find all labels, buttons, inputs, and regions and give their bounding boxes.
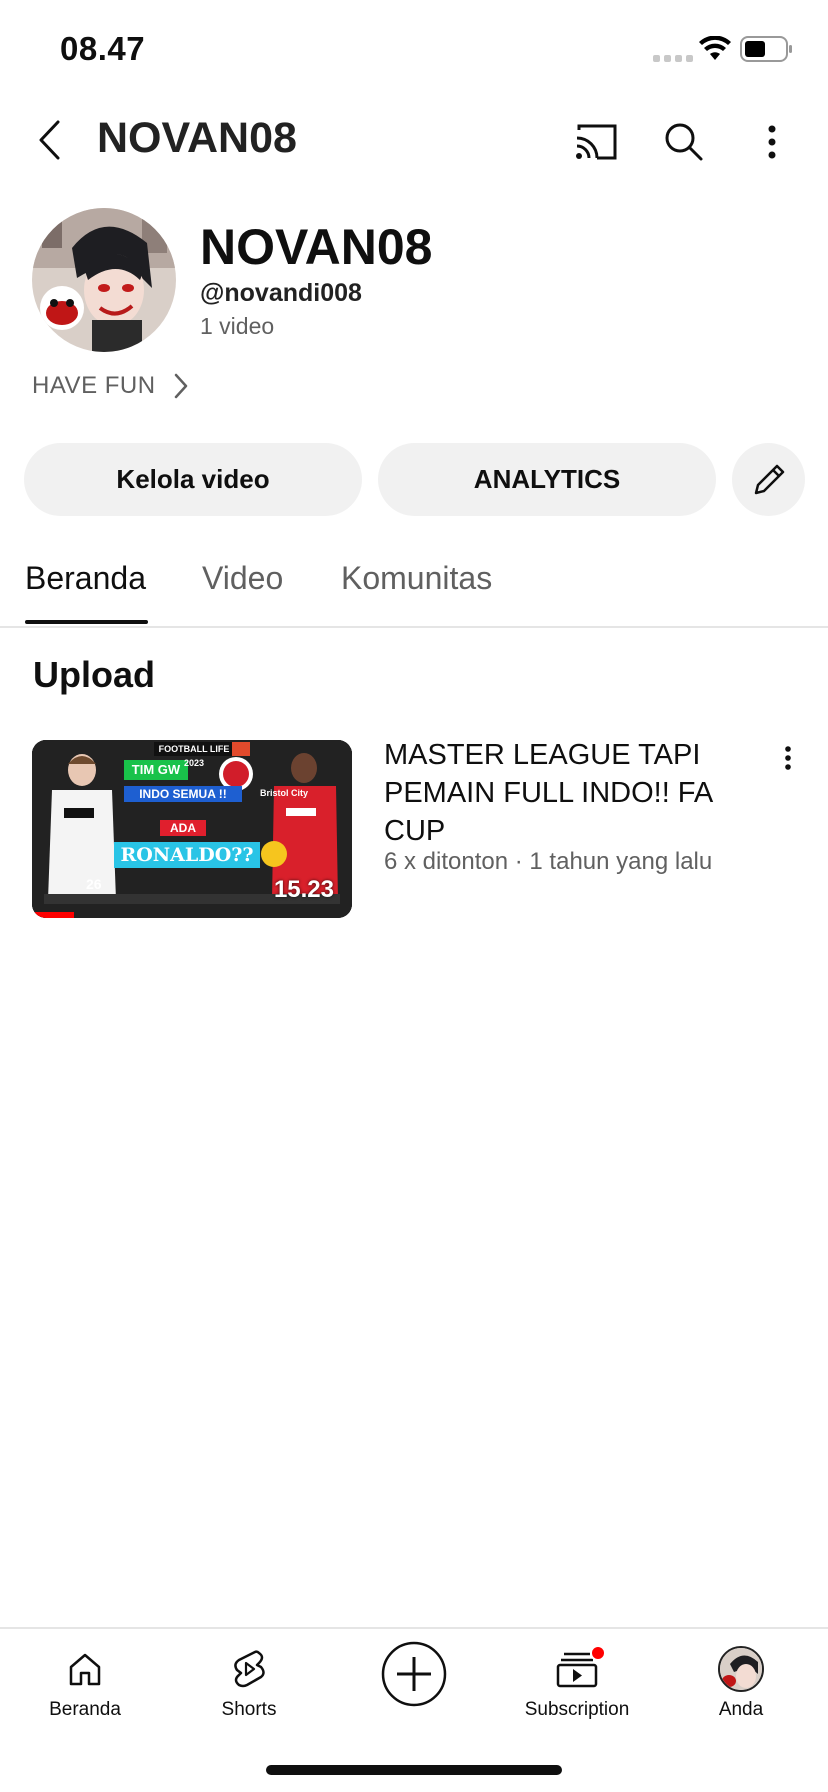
video-title[interactable]: MASTER LEAGUE TAPI PEMAIN FULL INDO!! FA… <box>384 736 764 850</box>
nav-beranda[interactable]: Beranda <box>10 1641 160 1721</box>
shorts-icon <box>231 1641 267 1697</box>
nav-label: Anda <box>718 1699 764 1720</box>
cast-button[interactable] <box>570 116 622 168</box>
search-icon <box>665 123 703 161</box>
analytics-button[interactable]: ANALYTICS <box>378 443 716 516</box>
more-vertical-icon <box>768 125 776 159</box>
thumbnail-team-right: Bristol City <box>260 788 309 798</box>
channel-name: NOVAN08 <box>200 219 433 275</box>
thumbnail-shirt-number: 26 <box>86 876 102 892</box>
nav-label: Shorts <box>221 1699 277 1720</box>
battery-icon <box>740 36 794 67</box>
cast-icon <box>576 124 617 160</box>
app-header: NOVAN08 <box>0 100 828 180</box>
video-more-button[interactable] <box>770 740 806 776</box>
channel-avatar[interactable] <box>32 208 176 352</box>
thumbnail-text-line1: TIM GW <box>131 762 181 777</box>
nav-anda[interactable]: Anda <box>666 1641 816 1721</box>
active-tab-indicator <box>25 620 148 624</box>
tab-beranda[interactable]: Beranda <box>25 560 146 597</box>
chevron-right-icon <box>174 373 187 399</box>
pencil-icon <box>754 464 784 494</box>
channel-handle: @novandi008 <box>200 279 362 307</box>
wifi-icon <box>698 35 732 67</box>
back-button[interactable] <box>28 118 72 162</box>
home-icon <box>67 1641 103 1697</box>
create-button[interactable] <box>381 1641 447 1707</box>
video-meta: 6 x ditonton · 1 tahun yang lalu <box>384 848 713 875</box>
more-vertical-icon <box>785 746 791 770</box>
cellular-signal-icon <box>653 55 693 62</box>
header-title: NOVAN08 <box>97 114 297 162</box>
subscriptions-icon <box>556 1641 606 1697</box>
search-button[interactable] <box>658 116 710 168</box>
profile-avatar <box>718 1641 764 1697</box>
channel-description: HAVE FUN <box>32 372 156 399</box>
tab-video[interactable]: Video <box>202 560 283 597</box>
status-time: 08.47 <box>60 30 146 67</box>
channel-video-count: 1 video <box>200 313 275 339</box>
channel-description-link[interactable]: HAVE FUN <box>32 372 188 400</box>
channel-tabs: Beranda Video Komunitas <box>0 540 828 628</box>
thumbnail-top-banner: FOOTBALL LIFE 2023 <box>158 744 230 768</box>
watch-progress-bar <box>32 912 74 918</box>
create-icon <box>381 1641 447 1707</box>
notification-dot <box>590 1645 606 1661</box>
nav-label: Subscription <box>524 1699 630 1720</box>
status-bar: 08.47 <box>0 0 828 100</box>
nav-label: Beranda <box>49 1699 121 1720</box>
more-options-button[interactable] <box>746 116 798 168</box>
thumbnail-text-line2: INDO SEMUA !! <box>139 787 227 801</box>
home-indicator <box>266 1765 562 1775</box>
video-thumbnail[interactable]: TIM GW INDO SEMUA !! ADA RONALDO?? FOOTB… <box>32 740 352 918</box>
video-duration: 15.23 <box>273 876 334 903</box>
chevron-left-icon <box>39 120 60 160</box>
manage-videos-button[interactable]: Kelola video <box>24 443 362 516</box>
tab-komunitas[interactable]: Komunitas <box>341 560 492 597</box>
thumbnail-text-line3: ADA <box>170 821 196 835</box>
thumbnail-text-line4: RONALDO?? <box>120 844 254 866</box>
edit-channel-button[interactable] <box>732 443 805 516</box>
nav-subscription[interactable]: Subscription <box>502 1641 652 1721</box>
nav-shorts[interactable]: Shorts <box>174 1641 324 1721</box>
section-title: Upload <box>33 654 155 695</box>
